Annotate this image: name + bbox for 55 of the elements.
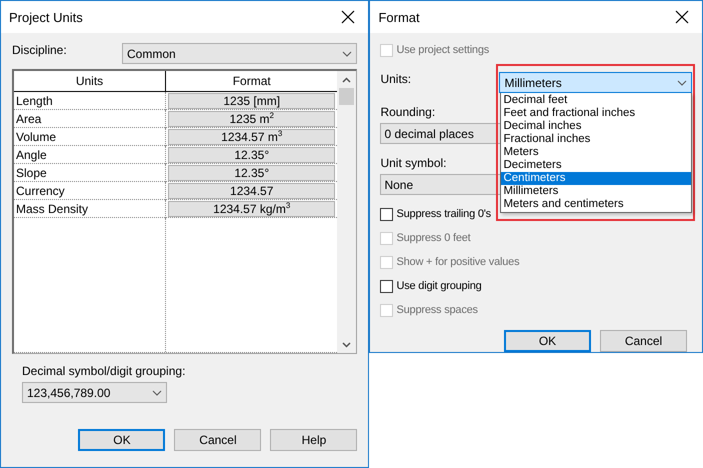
dropdown-option[interactable]: Centimeters bbox=[501, 172, 691, 185]
discipline-dropdown[interactable]: Common bbox=[122, 43, 358, 64]
dropdown-option[interactable]: Feet and fractional inches bbox=[501, 107, 691, 120]
format-button[interactable]: 1234.57 kg/m$^{3}$ bbox=[168, 201, 336, 217]
units-label: Units: bbox=[380, 72, 412, 86]
checkbox-label: Use digit grouping bbox=[396, 280, 482, 292]
dialog-button[interactable]: OK bbox=[504, 330, 591, 352]
grouping-label: Decimal symbol/digit grouping: bbox=[22, 364, 186, 378]
dialog-button[interactable]: Help bbox=[270, 429, 358, 451]
dropdown-option[interactable]: Fractional inches bbox=[501, 133, 691, 146]
scroll-up-icon[interactable] bbox=[342, 76, 352, 82]
dialog-button[interactable]: Cancel bbox=[174, 429, 262, 451]
format-button[interactable]: 12.35° bbox=[168, 147, 336, 163]
checkbox-label: Show + for positive values bbox=[396, 256, 520, 268]
format-button[interactable]: 1235 [mm] bbox=[168, 93, 336, 109]
checkbox[interactable] bbox=[380, 208, 394, 220]
format-button[interactable]: 12.35° bbox=[168, 165, 336, 181]
units-dropdown[interactable]: Millimeters bbox=[499, 72, 692, 93]
table-cell: Currency bbox=[14, 182, 166, 200]
dropdown-option[interactable]: Meters and centimeters bbox=[501, 198, 691, 211]
checkbox-label: Suppress spaces bbox=[396, 304, 478, 316]
dropdown-option[interactable]: Decimal inches bbox=[501, 120, 691, 133]
discipline-label: Discipline: bbox=[12, 43, 68, 57]
window-title: Format bbox=[378, 10, 420, 24]
dialog-button[interactable]: Cancel bbox=[600, 330, 687, 352]
scroll-down-icon[interactable] bbox=[342, 342, 352, 348]
table-cell: Length bbox=[14, 92, 166, 110]
format-button[interactable]: 1235 m$^{2}$ bbox=[168, 111, 336, 127]
unit-symbol-label: Unit symbol: bbox=[380, 156, 446, 170]
chevron-down-icon bbox=[677, 80, 687, 86]
table-cell: Mass Density bbox=[14, 200, 166, 218]
dropdown-option[interactable]: Millimeters bbox=[501, 185, 691, 198]
format-button[interactable]: 1234.57 bbox=[168, 183, 336, 199]
chevron-down-icon bbox=[342, 50, 352, 56]
checkbox-label: Use project settings bbox=[396, 44, 490, 56]
scrollbar-thumb[interactable] bbox=[339, 88, 354, 105]
checkbox-label: Suppress 0 feet bbox=[396, 232, 471, 244]
format-button[interactable]: 1234.57 m$^{3}$ bbox=[168, 129, 336, 145]
window-title: Project Units bbox=[9, 10, 83, 24]
chevron-down-icon bbox=[152, 390, 162, 396]
column-header: Format bbox=[232, 73, 272, 90]
grouping-dropdown[interactable]: 123,456,789.00 bbox=[22, 382, 167, 403]
scrollbar[interactable] bbox=[337, 71, 356, 353]
column-header: Units bbox=[14, 71, 166, 91]
table-cell: Area bbox=[14, 110, 166, 128]
dropdown-option[interactable]: Decimeters bbox=[501, 159, 691, 172]
checkbox[interactable] bbox=[380, 280, 394, 292]
table-cell: Slope bbox=[14, 164, 166, 182]
dropdown-option[interactable]: Decimal feet bbox=[501, 94, 691, 107]
table-cell: Volume bbox=[14, 128, 166, 146]
dropdown-option[interactable]: Meters bbox=[501, 146, 691, 159]
rounding-label: Rounding: bbox=[380, 105, 436, 119]
dialog-button[interactable]: OK bbox=[78, 429, 166, 451]
checkbox-label: Suppress trailing 0's bbox=[396, 208, 491, 220]
table-cell: Angle bbox=[14, 146, 166, 164]
